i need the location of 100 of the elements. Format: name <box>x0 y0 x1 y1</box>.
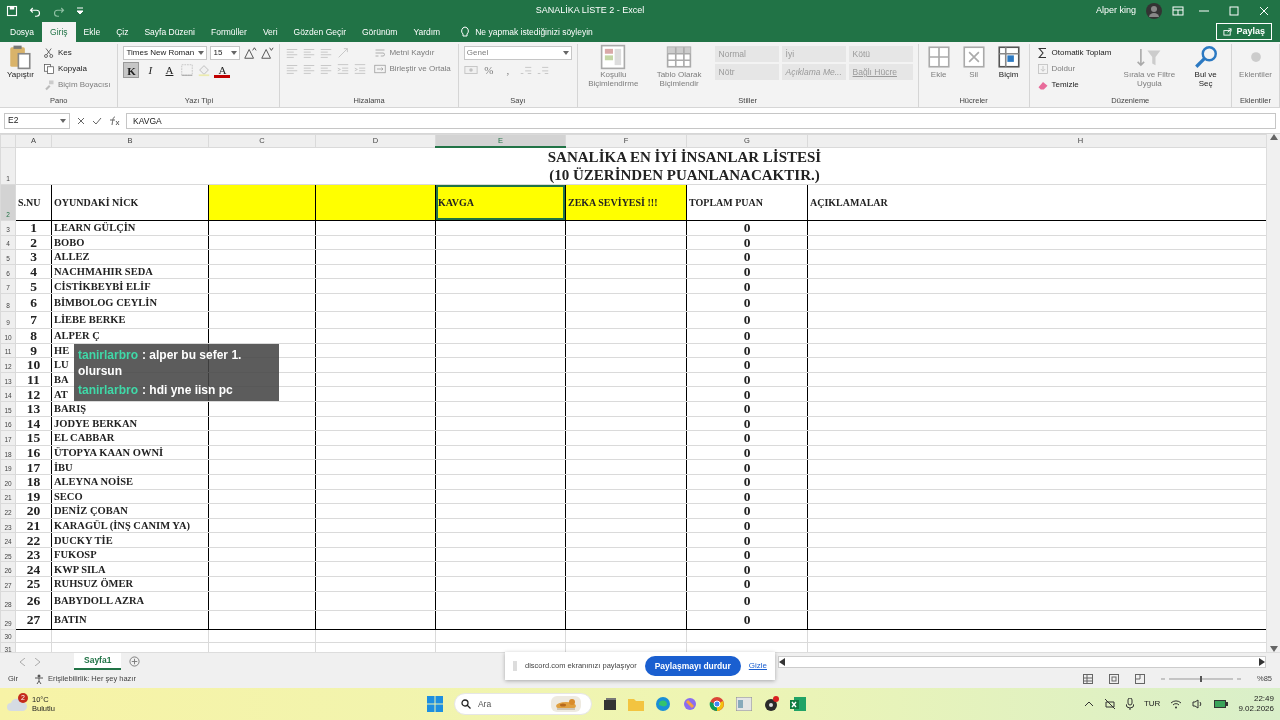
check-icon[interactable] <box>92 115 102 126</box>
table-cell: 0 <box>686 401 808 417</box>
table-cell: BİMBOLOG CEYLİN <box>51 293 209 312</box>
ribbon-button[interactable]: Otomatik Toplam <box>1034 46 1114 60</box>
table-cell: 0 <box>686 416 808 431</box>
table-cell: 21 <box>15 518 52 533</box>
chevron-up-icon[interactable] <box>1083 701 1094 707</box>
table-cell: 0 <box>686 532 808 548</box>
clock-date[interactable]: 9.02.2026 <box>1238 704 1274 715</box>
search-input[interactable]: Ara <box>475 696 546 712</box>
sigma-icon <box>1036 47 1049 59</box>
table-cell[interactable]: OYUNDAKİ NİCK <box>51 184 209 221</box>
table-cell[interactable]: S.NU <box>15 184 52 221</box>
function-icon[interactable] <box>108 115 120 126</box>
share-icon <box>1223 27 1233 36</box>
table-cell: 16 <box>15 445 52 460</box>
sheet-title: SANALİKA EN İYİ İNSANLAR LİSTESİ <box>546 148 823 166</box>
normal-view-icon[interactable] <box>1083 674 1093 684</box>
window-icon[interactable] <box>602 697 617 711</box>
table-cell: 0 <box>686 489 808 504</box>
undo-icon[interactable] <box>28 5 42 17</box>
ribbon-tab[interactable]: Formüller <box>202 22 255 42</box>
ribbon-button[interactable]: Kopyala <box>41 62 89 76</box>
cancel-icon[interactable] <box>76 115 86 126</box>
ribbon-tab[interactable]: Veri <box>254 22 286 42</box>
ribbon-button[interactable]: Bul ve Seç <box>1185 44 1227 89</box>
caret-icon <box>60 118 66 123</box>
format-button[interactable]: I <box>142 62 159 78</box>
wifi-icon[interactable] <box>1170 699 1183 709</box>
format-button[interactable]: A <box>214 62 231 78</box>
share-button[interactable]: Paylaş <box>1216 23 1272 40</box>
ribbon-tab[interactable]: Ekle <box>75 22 109 42</box>
ribbon-tab[interactable]: Görünüm <box>354 22 406 42</box>
spreadsheet-icon[interactable] <box>789 696 806 712</box>
formula-field[interactable]: KAVGA <box>126 112 1276 129</box>
ribbon-button[interactable]: Yapıştır <box>5 44 36 80</box>
format-button[interactable]: A <box>161 62 178 78</box>
format-button[interactable]: K <box>123 62 140 78</box>
redo-icon[interactable] <box>52 5 66 17</box>
page-layout-icon[interactable] <box>1109 674 1119 684</box>
table-cell: 11 <box>15 372 52 387</box>
lightbulb-icon <box>460 26 471 38</box>
ribbon-button[interactable]: Biçim <box>993 44 1024 80</box>
table-cell: 0 <box>686 357 808 373</box>
wrap-text-icon <box>374 47 387 59</box>
table-cell: 0 <box>686 474 808 489</box>
table-cell: 0 <box>686 547 808 562</box>
ribbon-tab[interactable]: Giriş <box>42 22 76 42</box>
scissors-icon <box>43 47 55 59</box>
scroll-left-icon[interactable] <box>779 657 785 666</box>
table-cell[interactable] <box>208 184 316 221</box>
tell-me-text[interactable]: Ne yapmak istediğinizi söyleyin <box>475 25 593 39</box>
accessibility-icon[interactable] <box>34 674 44 684</box>
hide-link[interactable]: Gizle <box>748 660 767 672</box>
table-cell: BATIN <box>51 610 209 630</box>
ribbon-button[interactable]: Temizle <box>1034 78 1081 92</box>
ribbon-tab[interactable]: Gözden Geçir <box>285 22 354 42</box>
name-box[interactable]: E2 <box>4 112 70 129</box>
table-cell[interactable]: TOPLAM PUAN <box>686 184 808 221</box>
assistant-icon[interactable] <box>681 696 698 712</box>
table-cell: LEARN GÜLÇİN <box>51 220 209 236</box>
browser-icon[interactable] <box>654 696 671 712</box>
windows-icon[interactable] <box>426 696 443 712</box>
table-cell: 0 <box>686 518 808 533</box>
add-sheet-icon[interactable] <box>129 656 141 667</box>
language-indicator[interactable]: TUR <box>1143 698 1161 710</box>
avatar-icon[interactable] <box>1146 3 1162 19</box>
table-cell: 24 <box>15 561 52 577</box>
muted-icon[interactable] <box>1103 698 1116 710</box>
record-icon[interactable] <box>762 696 779 712</box>
ribbon-tab[interactable]: Yardım <box>405 22 449 42</box>
table-cell: 4 <box>15 264 52 279</box>
dropdown-field[interactable]: Times New Roman <box>123 46 208 60</box>
microphone-icon[interactable] <box>1125 698 1134 710</box>
table-cell: FUKOSP <box>51 547 209 562</box>
triangle-down-icon[interactable] <box>260 46 275 60</box>
page-break-icon[interactable] <box>1135 674 1145 684</box>
sheet-tab[interactable]: Sayfa1 <box>74 653 122 670</box>
save-icon[interactable] <box>6 5 18 17</box>
table-cell: 17 <box>15 459 52 475</box>
horizontal-scrollbar[interactable] <box>778 655 1266 668</box>
table-cell[interactable] <box>315 184 436 221</box>
scroll-right-icon[interactable] <box>1259 657 1265 666</box>
table-cell: ALPER Ç <box>51 328 209 344</box>
customize-icon[interactable] <box>76 7 84 15</box>
search-bar[interactable]: Ara <box>453 693 592 715</box>
dropdown-field[interactable]: 15 <box>210 46 241 60</box>
ribbon-button[interactable]: Kes <box>41 46 74 60</box>
ribbon-display-icon[interactable] <box>1172 6 1184 16</box>
battery-icon[interactable] <box>1214 700 1229 708</box>
circle-browser-icon[interactable] <box>708 696 725 712</box>
clock-time[interactable]: 22:49 <box>1238 693 1274 704</box>
table-cell[interactable]: ZEKA SEVİYESİ !!! <box>565 184 687 221</box>
stop-sharing-button[interactable]: Paylaşmayı durdur <box>644 656 741 676</box>
ribbon-tab[interactable]: Dosya <box>2 22 43 42</box>
triangle-up-icon[interactable] <box>243 46 258 60</box>
ribbon-tab[interactable]: Sayfa Düzeni <box>136 22 203 42</box>
table-cell[interactable]: KAVGA <box>435 184 566 221</box>
cloud-icon[interactable] <box>6 696 28 712</box>
ribbon-tab[interactable]: Çiz <box>108 22 137 42</box>
